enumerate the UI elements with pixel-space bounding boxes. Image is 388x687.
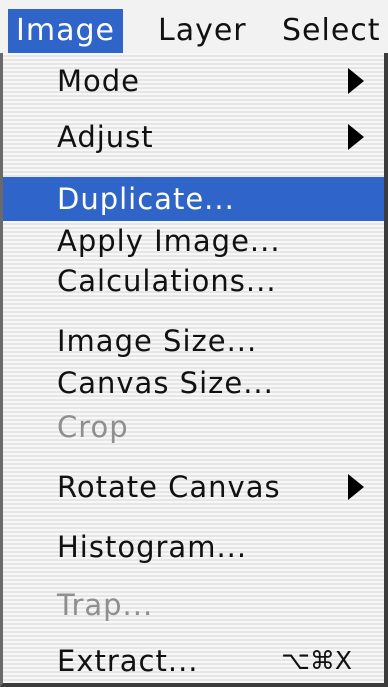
menu-item-rotate-canvas[interactable]: Rotate Canvas <box>3 465 384 509</box>
menu-item-histogram[interactable]: Histogram... <box>3 525 384 569</box>
menu-item-label: Trap... <box>57 588 154 622</box>
submenu-arrow-icon <box>348 474 364 500</box>
menu-item-label: Mode <box>57 64 141 98</box>
keyboard-shortcut: ⌥⌘X <box>281 646 352 675</box>
menubar-layer[interactable]: Layer <box>158 9 247 53</box>
menu-item-label: Canvas Size... <box>57 366 274 400</box>
menu-item-label: Histogram... <box>57 530 248 564</box>
menu-item-crop: Crop <box>3 405 384 449</box>
menu-item-label: Crop <box>57 410 129 444</box>
submenu-arrow-icon <box>348 124 364 150</box>
menu-item-image-size[interactable]: Image Size... <box>3 319 384 363</box>
menu-item-label: Rotate Canvas <box>57 470 281 504</box>
image-menu-dropdown: Mode Adjust Duplicate... Apply Image... … <box>0 53 388 687</box>
menu-item-label: Adjust <box>57 120 154 154</box>
menu-item-adjust[interactable]: Adjust <box>3 115 384 159</box>
submenu-arrow-icon <box>348 68 364 94</box>
menu-item-label: Calculations... <box>57 264 277 298</box>
menu-item-apply-image[interactable]: Apply Image... <box>3 219 384 263</box>
menubar-select[interactable]: Select <box>282 9 381 53</box>
menu-item-trap: Trap... <box>3 583 384 627</box>
menu-item-label: Apply Image... <box>57 224 281 258</box>
menu-item-calculations[interactable]: Calculations... <box>3 259 384 303</box>
menu-item-duplicate[interactable]: Duplicate... <box>3 177 384 221</box>
menu-item-mode[interactable]: Mode <box>3 59 384 103</box>
menu-item-canvas-size[interactable]: Canvas Size... <box>3 361 384 405</box>
menu-item-label: Image Size... <box>57 324 258 358</box>
menubar-image[interactable]: Image <box>8 9 123 53</box>
menu-item-label: Duplicate... <box>57 182 235 216</box>
menu-bar: Image Layer Select <box>0 0 388 60</box>
menu-item-extract[interactable]: Extract... ⌥⌘X <box>3 639 384 683</box>
menu-item-label: Extract... <box>57 644 199 678</box>
